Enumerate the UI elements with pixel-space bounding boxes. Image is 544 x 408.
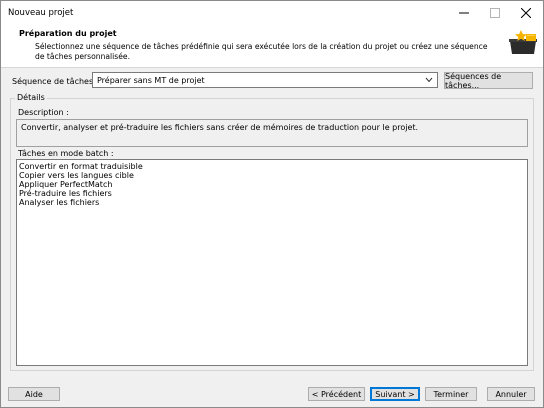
task-sequences-button[interactable]: Séquences de tâches...: [444, 72, 533, 90]
description-text: Convertir, analyser et pré-traduire les …: [21, 123, 419, 132]
close-button[interactable]: [511, 1, 541, 25]
sequence-selected-value: Préparer sans MT de projet: [97, 76, 205, 85]
page-description: Sélectionnez une séquence de tâches préd…: [35, 42, 488, 61]
maximize-icon: [490, 8, 500, 18]
window-title: Nouveau projet: [8, 8, 74, 18]
description-box: Convertir, analyser et pré-traduire les …: [16, 119, 528, 147]
batch-tasks-list[interactable]: Convertir en format traduisible Copier v…: [16, 159, 528, 366]
list-item[interactable]: Appliquer PerfectMatch: [19, 180, 143, 189]
project-preparation-icon: [509, 30, 537, 54]
sequence-label: Séquence de tâches :: [12, 77, 99, 86]
previous-button[interactable]: < Précédent: [308, 387, 365, 401]
finish-button[interactable]: Terminer: [425, 387, 477, 401]
page-title: Préparation du projet: [19, 29, 117, 38]
wizard-header: Préparation du projet Sélectionnez une s…: [1, 25, 543, 68]
minimize-icon: [459, 12, 469, 14]
list-item[interactable]: Copier vers les langues cible: [19, 171, 143, 180]
list-item[interactable]: Convertir en format traduisible: [19, 162, 143, 171]
help-button[interactable]: Aide: [8, 387, 60, 401]
description-label: Description :: [18, 108, 69, 117]
sequence-dropdown[interactable]: Préparer sans MT de projet: [92, 72, 438, 88]
minimize-button[interactable]: [449, 1, 479, 25]
close-icon: [521, 8, 531, 18]
chevron-down-icon[interactable]: [423, 74, 435, 86]
list-item[interactable]: Pré-traduire les fichiers: [19, 189, 143, 198]
maximize-button[interactable]: [480, 1, 510, 25]
list-item[interactable]: Analyser les fichiers: [19, 198, 143, 207]
title-bar: Nouveau projet: [1, 1, 543, 25]
batch-tasks-label: Tâches en mode batch :: [18, 149, 114, 158]
next-button[interactable]: Suivant >: [370, 387, 420, 401]
details-group-label: Détails: [15, 93, 47, 102]
cancel-button[interactable]: Annuler: [487, 387, 535, 401]
